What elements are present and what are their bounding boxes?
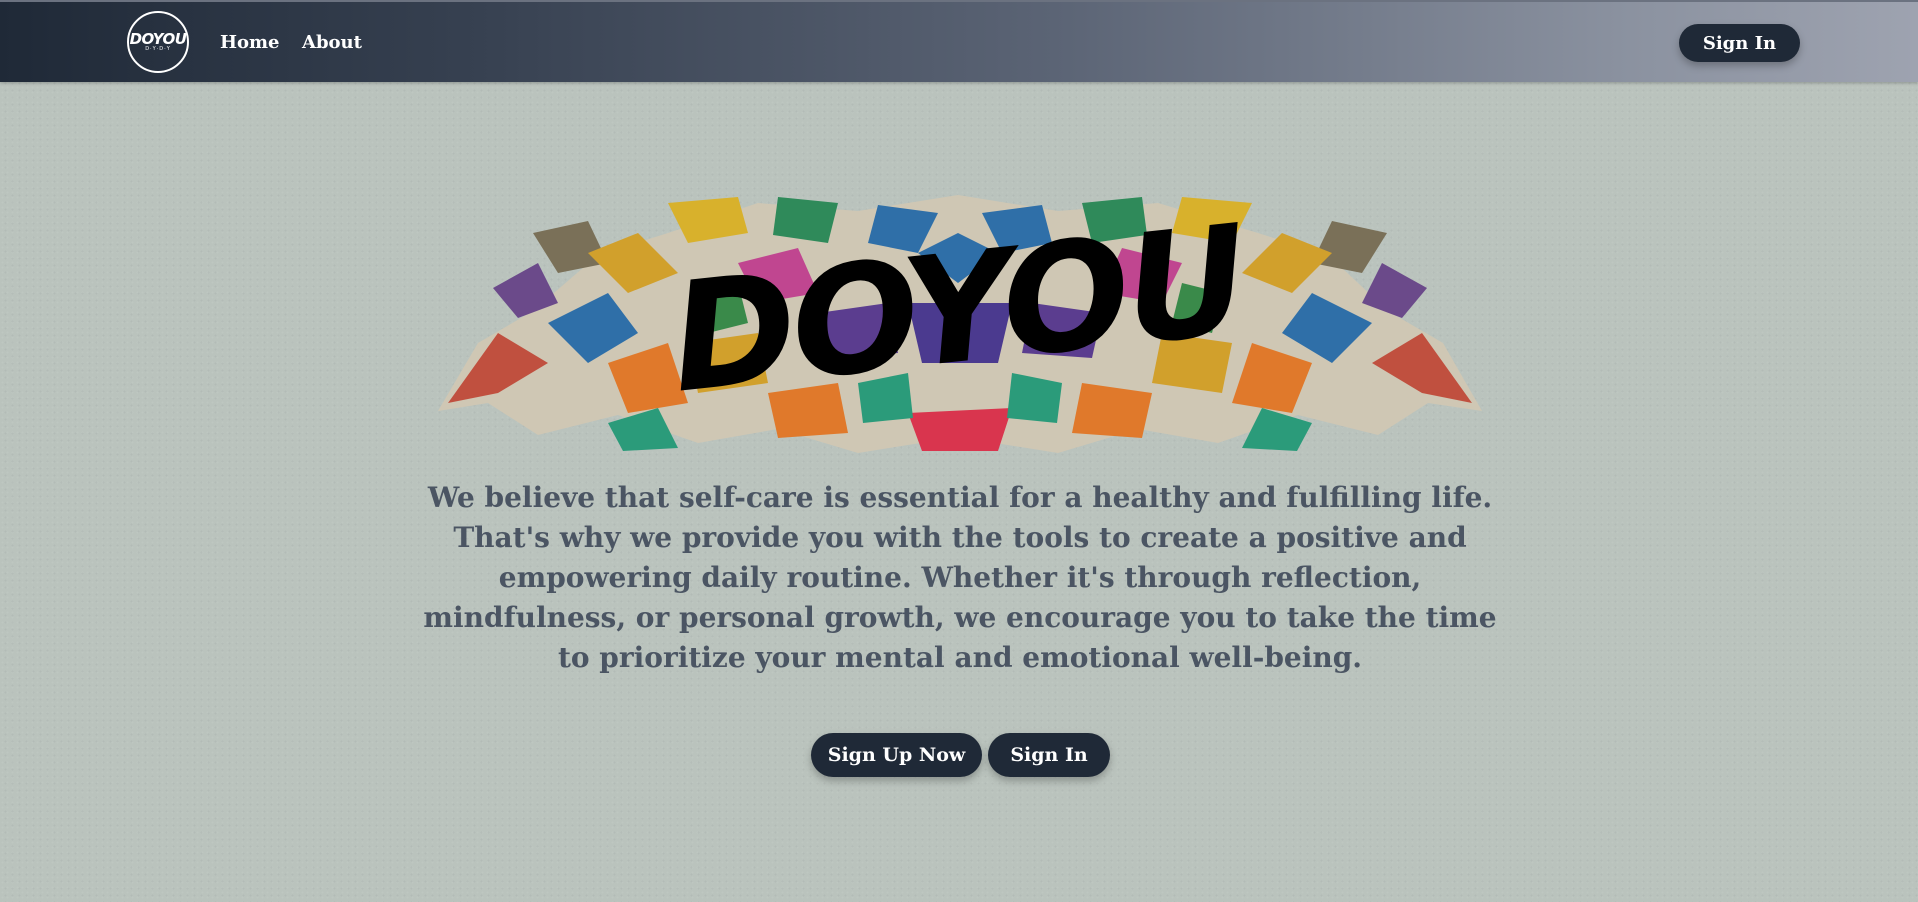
- nav-link-home[interactable]: Home: [220, 32, 280, 53]
- hero-cta-group: Sign Up Now Sign In: [811, 733, 1110, 777]
- hero-tagline: We believe that self-care is essential f…: [423, 481, 1497, 674]
- hero-banner-image: DOYOU: [438, 193, 1482, 453]
- logo-wordmark: DOYOU: [129, 30, 187, 48]
- site-logo[interactable]: DOYOU D·Y·D·Y: [127, 11, 189, 73]
- sign-up-now-button[interactable]: Sign Up Now: [811, 733, 982, 777]
- nav-signin-button[interactable]: Sign In: [1679, 24, 1800, 62]
- hero-signin-button[interactable]: Sign In: [988, 733, 1110, 777]
- logo-subtext: D·Y·D·Y: [145, 46, 171, 52]
- nav-link-about[interactable]: About: [302, 32, 362, 53]
- top-navbar: DOYOU D·Y·D·Y Home About Sign In: [0, 0, 1918, 82]
